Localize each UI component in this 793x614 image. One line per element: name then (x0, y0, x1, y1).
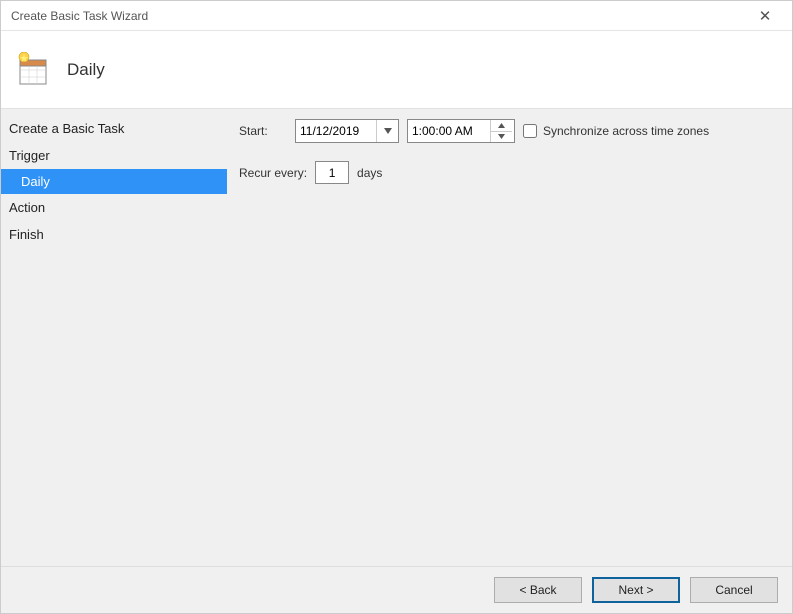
wizard-body: Create a Basic Task Trigger Daily Action… (1, 109, 792, 566)
start-label: Start: (239, 124, 287, 138)
chevron-down-icon (384, 128, 392, 134)
start-date-input[interactable] (296, 120, 376, 142)
next-button[interactable]: Next > (592, 577, 680, 603)
calendar-icon (15, 52, 51, 88)
recur-unit-label: days (357, 166, 382, 180)
sidebar-item-create-basic-task[interactable]: Create a Basic Task (1, 115, 227, 142)
recur-row: Recur every: days (239, 161, 780, 184)
recur-label: Recur every: (239, 166, 307, 180)
wizard-sidebar: Create a Basic Task Trigger Daily Action… (1, 109, 227, 566)
start-time-field[interactable] (407, 119, 515, 143)
back-button[interactable]: < Back (494, 577, 582, 603)
chevron-up-icon (498, 123, 505, 128)
date-dropdown-button[interactable] (376, 120, 398, 142)
time-spinner (490, 120, 512, 142)
recur-days-input[interactable] (315, 161, 349, 184)
wizard-header: Daily (1, 31, 792, 109)
wizard-main: Start: (227, 109, 792, 566)
close-button[interactable]: ✕ (750, 7, 780, 25)
start-time-input[interactable] (408, 120, 490, 142)
sync-timezone-label: Synchronize across time zones (543, 124, 709, 138)
window-title: Create Basic Task Wizard (11, 9, 148, 23)
sidebar-item-action[interactable]: Action (1, 194, 227, 221)
start-row: Start: (239, 119, 780, 143)
sidebar-item-daily[interactable]: Daily (1, 169, 227, 194)
titlebar: Create Basic Task Wizard ✕ (1, 1, 792, 31)
sync-timezone-checkbox[interactable]: Synchronize across time zones (523, 124, 709, 138)
start-date-field[interactable] (295, 119, 399, 143)
wizard-window: Create Basic Task Wizard ✕ Daily Create … (0, 0, 793, 614)
page-title: Daily (67, 60, 105, 80)
sidebar-item-trigger[interactable]: Trigger (1, 142, 227, 169)
time-spinner-down[interactable] (491, 132, 512, 143)
cancel-button[interactable]: Cancel (690, 577, 778, 603)
wizard-footer: < Back Next > Cancel (1, 566, 792, 613)
time-spinner-up[interactable] (491, 120, 512, 132)
sync-timezone-input[interactable] (523, 124, 537, 138)
sidebar-item-finish[interactable]: Finish (1, 221, 227, 248)
chevron-down-icon (498, 134, 505, 139)
